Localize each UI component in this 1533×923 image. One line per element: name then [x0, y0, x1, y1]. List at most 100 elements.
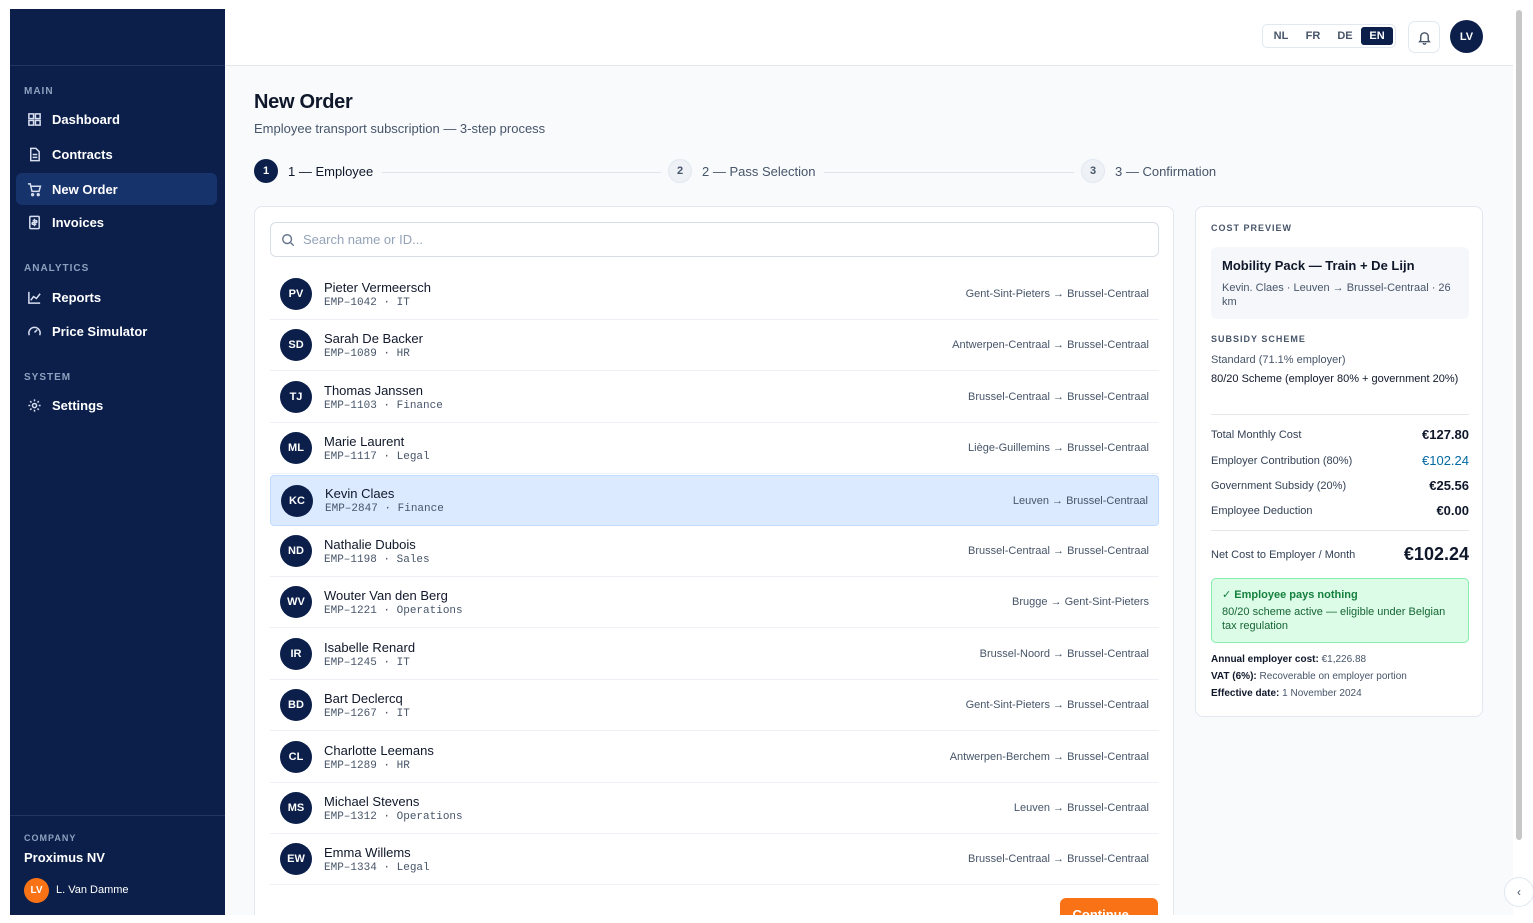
bell-icon	[1417, 31, 1431, 45]
sidebar-logo-area	[10, 9, 225, 66]
employee-row[interactable]: EW Emma Willems EMP–1334 · Legal Brussel-Ce…	[270, 834, 1159, 885]
page-subtitle: Employee transport subscription — 3-step…	[254, 121, 546, 136]
employee-meta: EMP–1117 · Legal	[324, 450, 430, 463]
employee-list-card: PV Pieter VermeerschEMP–1042 · IT Gent-Sin…	[254, 206, 1174, 915]
sidebar-item-settings[interactable]: Settings	[16, 389, 217, 421]
employee-meta: EMP–2847 · Finance	[325, 503, 444, 515]
page-title: New Order	[254, 91, 353, 113]
sidebar-item-contracts[interactable]: Contracts	[16, 138, 217, 170]
employee-row[interactable]: KC Kevin Claes EMP–2847 · Finance Leuven → …	[270, 475, 1159, 526]
employee-info: Thomas Janssen EMP–1103 · Finance	[324, 383, 443, 412]
cost-row-total: Total Monthly Cost €127.80	[1211, 427, 1469, 442]
grid-icon	[26, 111, 42, 127]
employee-info: Marie Laurent EMP–1117 · Legal	[324, 434, 430, 463]
chevron-left-icon: ‹	[1517, 885, 1521, 899]
cost-label: Total Monthly Cost	[1211, 428, 1302, 441]
cost-value: €0.00	[1436, 503, 1469, 518]
profile-avatar[interactable]: LV	[1450, 20, 1483, 53]
cart-icon	[26, 181, 42, 197]
note-value: Recoverable on employer portion	[1259, 671, 1407, 682]
employee-row[interactable]: CL Charlotte Leemans EMP–1289 · HR Antwerpe…	[270, 732, 1159, 783]
employee-route: Antwerpen-Berchem → Brussel-Centraal	[949, 751, 1149, 763]
user-name: L. Van Damme	[56, 884, 129, 896]
collapse-panel-button[interactable]: ‹	[1504, 877, 1533, 907]
notifications-button[interactable]	[1408, 21, 1440, 53]
effective-date-note: Effective date: 1 November 2024	[1211, 688, 1362, 699]
employee-row[interactable]: SD Sarah De Backer EMP–1089 · HR Antwerpen-…	[270, 320, 1159, 371]
employee-route: Leuven → Brussel-Centraal	[1013, 802, 1149, 814]
employee-row[interactable]: ML Marie Laurent EMP–1117 · Legal Liège-Gui…	[270, 423, 1159, 474]
employee-avatar: IR	[280, 638, 312, 670]
employee-row[interactable]: PV Pieter Vermeersch EMP–1042 · IT Gent-Sin…	[270, 269, 1159, 320]
employee-meta: EMP–1103 · Finance	[324, 399, 443, 412]
sidebar-item-label: New Order	[52, 181, 118, 197]
sidebar-item-invoices[interactable]: Invoices	[16, 206, 217, 238]
employee-name: Emma Willems	[324, 844, 411, 860]
employee-name: Marie Laurent	[324, 433, 405, 449]
employee-row[interactable]: ND Nathalie Dubois EMP–1198 · Sales Brussel…	[270, 526, 1159, 577]
gear-icon	[26, 397, 42, 413]
sidebar-item-label: Dashboard	[52, 111, 120, 127]
employee-meta: EMP–1221 · Operations	[324, 604, 463, 617]
pack-subtitle: Kevin. Claes · Leuven → Brussel-Centraal…	[1222, 282, 1451, 308]
continue-button[interactable]: Continue →	[1060, 898, 1158, 915]
employee-name: Nathalie Dubois	[324, 536, 416, 552]
employee-route: Gent-Sint-Pieters → Brussel-Centraal	[965, 699, 1149, 711]
note-label: Effective date:	[1211, 688, 1280, 699]
employee-row[interactable]: TJ Thomas Janssen EMP–1103 · Finance Brusse…	[270, 372, 1159, 423]
step-label: 2 — Pass Selection	[702, 163, 816, 179]
employee-route: Brussel-Centraal → Brussel-Centraal	[968, 545, 1149, 557]
employee-name: Thomas Janssen	[324, 382, 423, 398]
sidebar-item-price-simulator[interactable]: Price Simulator	[16, 315, 217, 347]
lang-de[interactable]: DE	[1329, 27, 1361, 45]
net-cost-label: Net Cost to Employer / Month	[1211, 548, 1356, 561]
employee-name: Pieter Vermeersch	[324, 279, 431, 295]
employee-row[interactable]: IR Isabelle Renard EMP–1245 · IT Brussel-No…	[270, 629, 1159, 680]
cost-label: Government Subsidy (20%)	[1211, 479, 1347, 492]
employee-info: Nathalie Dubois EMP–1198 · Sales	[324, 537, 430, 566]
search-icon	[282, 233, 295, 246]
search-input[interactable]	[303, 232, 1143, 247]
employee-avatar: BD	[280, 689, 312, 721]
employee-name: Kevin Claes	[325, 486, 395, 501]
employee-row[interactable]: BD Bart Declercq EMP–1267 · IT Gent-Sint-Pi…	[270, 680, 1159, 731]
employee-name: Bart Declercq	[324, 690, 403, 706]
step-pass-selection[interactable]: 2 2 — Pass Selection	[668, 159, 815, 183]
sidebar-item-dashboard[interactable]: Dashboard	[16, 103, 217, 135]
divider	[1211, 530, 1469, 531]
note-label: Annual employer cost:	[1211, 654, 1319, 665]
sidebar-item-new-order[interactable]: New Order	[16, 173, 217, 205]
lang-fr[interactable]: FR	[1297, 27, 1329, 45]
step-employee[interactable]: 1 1 — Employee	[254, 159, 373, 183]
user-avatar[interactable]: LV	[24, 878, 49, 903]
gauge-icon	[26, 323, 42, 339]
employee-row[interactable]: MS Michael Stevens EMP–1312 · Operations Le…	[270, 783, 1159, 834]
net-cost-value: €102.24	[1403, 544, 1469, 564]
employee-avatar: CL	[280, 741, 312, 773]
alert-title: ✓ Employee pays nothing	[1222, 589, 1358, 601]
step-confirmation[interactable]: 3 3 — Confirmation	[1081, 159, 1216, 183]
scrollbar[interactable]	[1516, 10, 1522, 840]
employee-info: Bart Declercq EMP–1267 · IT	[324, 691, 410, 720]
employee-route: Liège-Guillemins → Brussel-Centraal	[968, 442, 1149, 454]
cost-preview-card: COST PREVIEW Mobility Pack — Train + De …	[1195, 206, 1483, 717]
employee-info: Michael Stevens EMP–1312 · Operations	[324, 794, 463, 823]
sidebar-item-reports[interactable]: Reports	[16, 281, 217, 313]
lang-nl[interactable]: NL	[1265, 27, 1297, 45]
employee-row[interactable]: WV Wouter Van den Berg EMP–1221 · Operatio…	[270, 577, 1159, 628]
section-main: MAIN	[24, 86, 54, 97]
sidebar-item-label: Settings	[52, 397, 104, 413]
pack-title: Mobility Pack — Train + De Lijn	[1222, 258, 1415, 273]
subsidy-line-1: Standard (71.1% employer)	[1211, 354, 1346, 366]
employee-meta: EMP–1089 · HR	[324, 347, 410, 360]
step-connector	[382, 172, 661, 173]
employee-avatar: SD	[280, 329, 312, 361]
vat-note: VAT (6%): Recoverable on employer portio…	[1211, 671, 1407, 682]
employee-pays-nothing-alert: ✓ Employee pays nothing 80/20 scheme act…	[1211, 578, 1469, 643]
employee-route: Brugge → Gent-Sint-Pieters	[1012, 596, 1149, 608]
topbar: NL FR DE EN LV	[225, 9, 1513, 66]
employee-avatar: KC	[281, 484, 313, 517]
employee-meta: EMP–1198 · Sales	[324, 553, 430, 566]
employee-info: Emma Willems EMP–1334 · Legal	[324, 845, 430, 874]
lang-en[interactable]: EN	[1361, 27, 1393, 45]
